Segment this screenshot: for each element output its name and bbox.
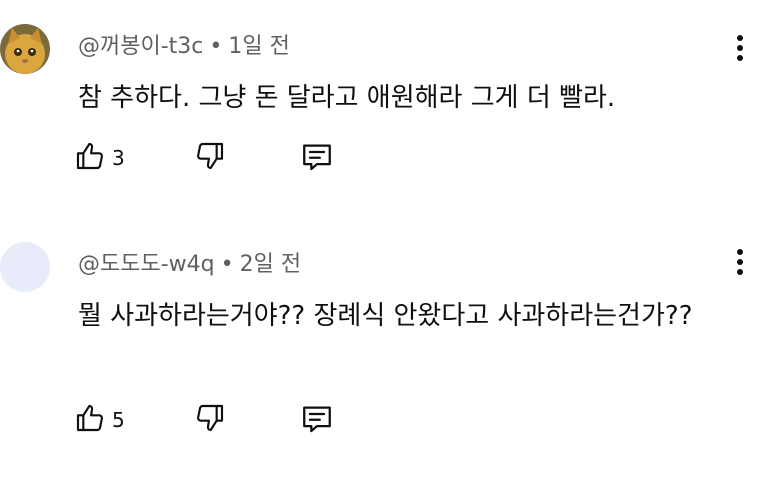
avatar[interactable] bbox=[0, 242, 50, 292]
comment-time[interactable]: 1일 전 bbox=[228, 34, 289, 59]
cat-avatar-image bbox=[0, 24, 50, 74]
dislike-button[interactable] bbox=[194, 402, 226, 438]
more-vertical-icon bbox=[736, 248, 744, 280]
comment-author[interactable]: @도도도-w4q bbox=[78, 252, 215, 277]
thumbs-down-icon bbox=[194, 402, 226, 438]
thumbs-up-icon bbox=[74, 140, 106, 176]
comment-time[interactable]: 2일 전 bbox=[240, 252, 301, 277]
more-options-button[interactable] bbox=[728, 246, 752, 282]
comment-text: 참 추하다. 그냥 돈 달라고 애원해라 그게 더 빨라. bbox=[78, 83, 616, 113]
comment-meta: @꺼봉이-t3c • 1일 전 bbox=[78, 28, 290, 60]
reply-comment-icon bbox=[300, 402, 334, 440]
like-button[interactable]: 3 bbox=[74, 140, 125, 176]
comment-meta: @도도도-w4q • 2일 전 bbox=[78, 246, 301, 278]
dislike-button[interactable] bbox=[194, 140, 226, 176]
thumbs-down-icon bbox=[194, 140, 226, 176]
more-vertical-icon bbox=[736, 34, 744, 66]
like-count: 5 bbox=[112, 408, 125, 432]
thumbs-up-icon bbox=[74, 402, 106, 438]
more-options-button[interactable] bbox=[728, 32, 752, 68]
like-count: 3 bbox=[112, 146, 125, 170]
reply-comment-icon bbox=[300, 140, 334, 178]
like-button[interactable]: 5 bbox=[74, 402, 125, 438]
reply-button[interactable] bbox=[300, 140, 334, 178]
avatar[interactable] bbox=[0, 24, 50, 74]
meta-separator: • bbox=[220, 252, 234, 277]
blank-avatar-image bbox=[0, 242, 50, 292]
comment-author[interactable]: @꺼봉이-t3c bbox=[78, 34, 203, 59]
meta-separator: • bbox=[209, 34, 223, 59]
comment-text: 뭘 사과하라는거야?? 장례식 안왔다고 사과하라는건가?? bbox=[78, 301, 693, 331]
reply-button[interactable] bbox=[300, 402, 334, 440]
